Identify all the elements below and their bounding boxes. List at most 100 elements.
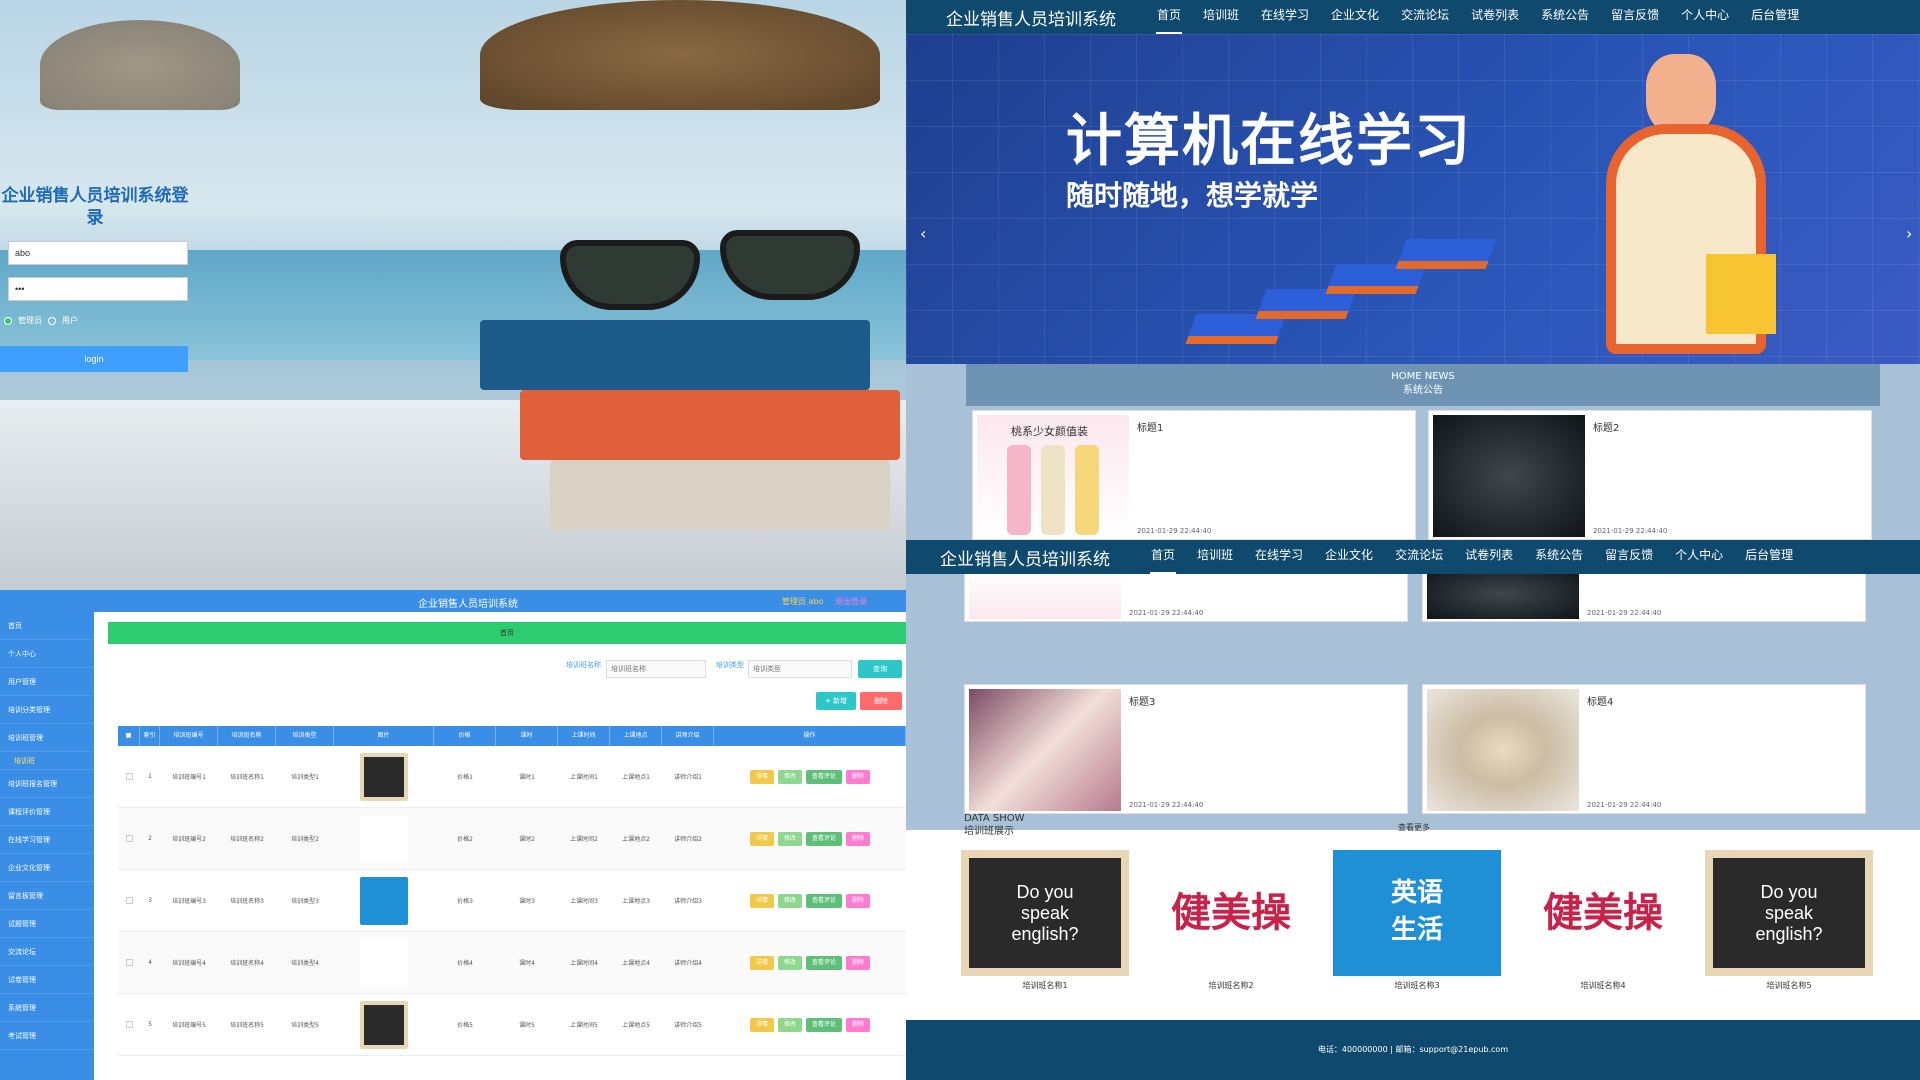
column-header[interactable]: 讲师介绍 (662, 726, 714, 746)
sidebar-item-home[interactable]: 首页 (0, 612, 94, 640)
sidebar-item-questions[interactable]: 试题管理 (0, 910, 94, 938)
nav-item-profile[interactable]: 个人中心 (1664, 540, 1734, 574)
nav-item-culture[interactable]: 企业文化 (1314, 540, 1384, 574)
nav-item-online-learning[interactable]: 在线学习 (1250, 0, 1320, 34)
delete-button[interactable]: 删除 (846, 955, 871, 970)
username-input[interactable] (8, 241, 188, 265)
news-card-2[interactable]: 标题2 2021-01-29 22:44:40 (1428, 410, 1872, 540)
sidebar-item-review[interactable]: 课程评价管理 (0, 798, 94, 826)
carousel-next-icon[interactable]: › (1906, 224, 1912, 243)
detail-button[interactable]: 详情 (749, 769, 774, 784)
nav-item-admin[interactable]: 后台管理 (1740, 0, 1810, 34)
role-user-radio[interactable] (48, 316, 56, 325)
delete-button[interactable]: 删除 (846, 831, 871, 846)
column-header[interactable]: 培训班名称 (218, 726, 276, 746)
class-card-5[interactable]: Do you speak english? 培训班名称5 (1705, 850, 1873, 995)
nav-item-classes[interactable]: 培训班 (1186, 540, 1244, 574)
nav-item-admin[interactable]: 后台管理 (1734, 540, 1804, 574)
delete-button[interactable]: 删除 (846, 1017, 871, 1032)
edit-button[interactable]: 修改 (777, 893, 802, 908)
row-price: 价格1 (457, 774, 473, 781)
sidebar-subitem-class[interactable]: 培训班 (0, 752, 94, 770)
batch-delete-button[interactable]: 删除 (860, 692, 902, 710)
nav-item-forum[interactable]: 交流论坛 (1390, 0, 1460, 34)
row-checkbox[interactable] (118, 746, 140, 807)
sidebar-item-category[interactable]: 培训分类管理 (0, 696, 94, 724)
sidebar-item-messages[interactable]: 留言板管理 (0, 882, 94, 910)
search-button[interactable]: 查询 (858, 660, 902, 678)
news-title[interactable]: 标题2 (1593, 419, 1619, 434)
select-all-checkbox[interactable]: ■ (118, 726, 140, 746)
delete-button[interactable]: 删除 (846, 769, 871, 784)
row-checkbox[interactable] (118, 808, 140, 869)
class-card-3[interactable]: 英语 生活 培训班名称3 (1333, 850, 1501, 995)
column-header[interactable]: 上课地点 (610, 726, 662, 746)
detail-button[interactable]: 详情 (749, 831, 774, 846)
row-checkbox[interactable] (118, 994, 140, 1055)
edit-button[interactable]: 修改 (777, 1017, 802, 1032)
sidebar-item-system[interactable]: 系统管理 (0, 994, 94, 1022)
filter-name-input[interactable] (606, 660, 706, 678)
sidebar-item-learning[interactable]: 在线学习管理 (0, 826, 94, 854)
column-header[interactable]: 价格 (434, 726, 496, 746)
edit-button[interactable]: 修改 (777, 831, 802, 846)
delete-button[interactable]: 删除 (846, 893, 871, 908)
role-admin-radio[interactable] (4, 316, 12, 325)
add-button[interactable]: + 新增 (816, 692, 856, 710)
view-comments-button[interactable]: 查看评论 (806, 955, 843, 970)
view-more-link[interactable]: 查看更多 (1398, 822, 1430, 833)
view-comments-button[interactable]: 查看评论 (806, 1017, 843, 1032)
nav-item-home[interactable]: 首页 (1140, 540, 1186, 574)
nav-item-feedback[interactable]: 留言反馈 (1594, 540, 1664, 574)
news-card-1[interactable]: 桃系少女颜值装 标题1 2021-01-29 22:44:40 (972, 410, 1416, 540)
nav-item-profile[interactable]: 个人中心 (1670, 0, 1740, 34)
sidebar-item-exams[interactable]: 考试管理 (0, 1022, 94, 1050)
nav-item-home[interactable]: 首页 (1146, 0, 1192, 34)
edit-button[interactable]: 修改 (777, 769, 802, 784)
sidebar-item-culture[interactable]: 企业文化管理 (0, 854, 94, 882)
nav-item-classes[interactable]: 培训班 (1192, 0, 1250, 34)
sidebar-item-forum[interactable]: 交流论坛 (0, 938, 94, 966)
nav-item-exams[interactable]: 试卷列表 (1460, 0, 1530, 34)
news-card-3[interactable]: 标题3 2021-01-29 22:44:40 (964, 684, 1408, 814)
logout-link[interactable]: 退出登录 (835, 596, 867, 607)
class-card-1[interactable]: Do you speak english? 培训班名称1 (961, 850, 1129, 995)
login-button[interactable]: login (0, 346, 188, 372)
column-header[interactable]: 课时 (496, 726, 558, 746)
row-checkbox[interactable] (118, 870, 140, 931)
nav-item-exams[interactable]: 试卷列表 (1454, 540, 1524, 574)
password-input[interactable] (8, 277, 188, 301)
nav-item-culture[interactable]: 企业文化 (1320, 0, 1390, 34)
sidebar-item-users[interactable]: 用户管理 (0, 668, 94, 696)
column-header[interactable]: 培训类型 (276, 726, 334, 746)
class-card-4[interactable]: 健美操 培训班名称4 (1519, 850, 1687, 995)
row-checkbox[interactable] (118, 932, 140, 993)
sidebar-item-signup[interactable]: 培训班报名管理 (0, 770, 94, 798)
nav-item-notices[interactable]: 系统公告 (1524, 540, 1594, 574)
news-card-4[interactable]: 标题4 2021-01-29 22:44:40 (1422, 684, 1866, 814)
detail-button[interactable]: 详情 (749, 1017, 774, 1032)
news-title[interactable]: 标题1 (1137, 419, 1163, 434)
sidebar-item-papers[interactable]: 试卷管理 (0, 966, 94, 994)
nav-item-feedback[interactable]: 留言反馈 (1600, 0, 1670, 34)
nav-item-forum[interactable]: 交流论坛 (1384, 540, 1454, 574)
carousel-prev-icon[interactable]: ‹ (920, 224, 926, 243)
sidebar-item-profile[interactable]: 个人中心 (0, 640, 94, 668)
sidebar-item-class-manage[interactable]: 培训班管理 (0, 724, 94, 752)
row-intro: 讲师介绍1 (674, 774, 702, 781)
view-comments-button[interactable]: 查看评论 (806, 893, 843, 908)
detail-button[interactable]: 详情 (749, 893, 774, 908)
nav-item-notices[interactable]: 系统公告 (1530, 0, 1600, 34)
column-header[interactable]: 图片 (334, 726, 434, 746)
nav-item-online-learning[interactable]: 在线学习 (1244, 540, 1314, 574)
edit-button[interactable]: 修改 (777, 955, 802, 970)
news-title[interactable]: 标题3 (1129, 693, 1155, 708)
view-comments-button[interactable]: 查看评论 (806, 769, 843, 784)
class-card-2[interactable]: 健美操 培训班名称2 (1147, 850, 1315, 995)
view-comments-button[interactable]: 查看评论 (806, 831, 843, 846)
news-title[interactable]: 标题4 (1587, 693, 1613, 708)
column-header[interactable]: 培训班编号 (160, 726, 218, 746)
filter-type-input[interactable] (748, 660, 852, 678)
detail-button[interactable]: 详情 (749, 955, 774, 970)
column-header[interactable]: 上课时间 (558, 726, 610, 746)
